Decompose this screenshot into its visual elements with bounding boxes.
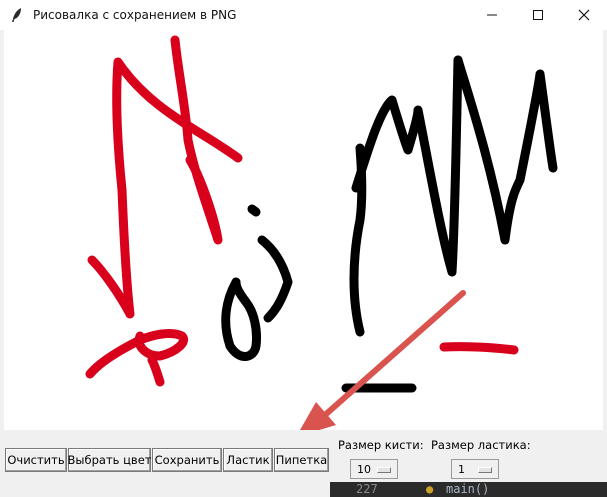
close-icon: [578, 9, 590, 21]
minimize-icon: [487, 14, 497, 16]
maximize-button[interactable]: [515, 0, 561, 30]
eraser-size-value: 1: [458, 462, 465, 476]
maximize-icon: [533, 10, 543, 20]
background-editor-strip: 227 ● main(): [330, 482, 607, 497]
bulb-icon: ●: [426, 482, 434, 496]
dropdown-indicator-icon: [377, 467, 391, 473]
app-window: Рисовалка с сохранением в PNG Очистить В…: [0, 0, 607, 497]
choose-color-button[interactable]: Выбрать цвет: [68, 448, 151, 472]
black-stroke: [247, 204, 261, 217]
brush-size-value: 10: [357, 462, 371, 476]
drawing-strokes: [85, 35, 558, 430]
title-bar[interactable]: Рисовалка с сохранением в PNG: [0, 0, 607, 30]
red-stroke: [87, 57, 243, 319]
black-stroke: [257, 235, 293, 323]
save-button[interactable]: Сохранить: [152, 448, 222, 472]
window-controls: [469, 0, 607, 30]
red-stroke: [85, 329, 188, 379]
close-button[interactable]: [561, 0, 607, 30]
eyedropper-button[interactable]: Пипетка: [274, 448, 329, 472]
black-stroke: [453, 55, 558, 245]
line-number: 227: [356, 482, 378, 496]
dropdown-indicator-icon: [478, 467, 492, 473]
drawing-canvas[interactable]: [4, 30, 603, 430]
eraser-size-select[interactable]: 1: [451, 459, 499, 479]
eraser-size-label: Размер ластика:: [431, 438, 531, 452]
red-stroke: [439, 342, 519, 355]
window-title: Рисовалка с сохранением в PNG: [33, 8, 237, 22]
red-stroke: [147, 355, 165, 387]
feather-icon: [12, 8, 21, 22]
clear-button[interactable]: Очистить: [5, 448, 67, 472]
black-stroke: [221, 277, 261, 361]
brush-size-label: Размер кисти:: [338, 438, 424, 452]
minimize-button[interactable]: [469, 0, 515, 30]
eraser-button[interactable]: Ластик: [223, 448, 273, 472]
code-text: main(): [446, 482, 490, 496]
black-stroke: [351, 55, 463, 277]
brush-size-select[interactable]: 10: [350, 459, 398, 479]
annotation-arrow: [300, 290, 466, 430]
